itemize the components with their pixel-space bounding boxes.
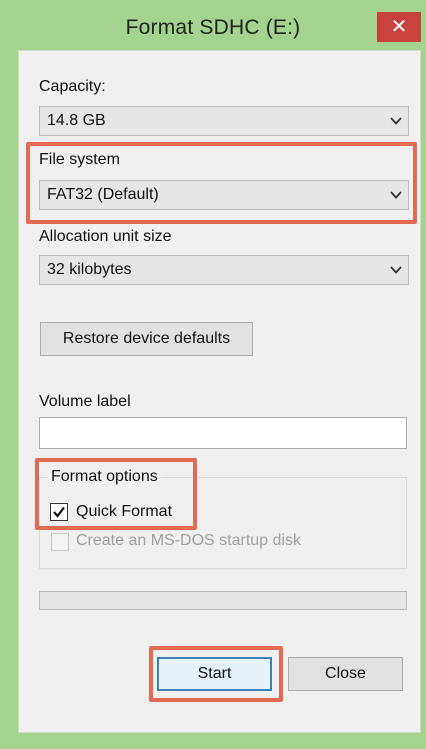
quick-format-label[interactable]: Quick Format: [76, 503, 172, 521]
chevron-down-icon: [390, 191, 402, 199]
volume-label-caption: Volume label: [39, 393, 131, 410]
volume-label-input[interactable]: [39, 417, 407, 449]
file-system-dropdown[interactable]: FAT32 (Default): [39, 180, 409, 210]
chevron-down-icon: [390, 117, 402, 125]
file-system-value: FAT32 (Default): [47, 186, 159, 203]
title-bar[interactable]: Format SDHC (E:) ✕: [0, 0, 426, 46]
checkmark-icon: [53, 506, 65, 518]
start-button[interactable]: Start: [157, 657, 272, 691]
allocation-unit-value: 32 kilobytes: [47, 261, 132, 278]
capacity-dropdown[interactable]: 14.8 GB: [39, 106, 409, 136]
quick-format-checkbox[interactable]: [50, 503, 68, 521]
close-button[interactable]: Close: [288, 657, 403, 691]
dialog-title: Format SDHC (E:): [125, 16, 301, 39]
close-icon: ✕: [390, 14, 408, 38]
msdos-startup-label: Create an MS-DOS startup disk: [76, 532, 301, 549]
allocation-unit-label: Allocation unit size: [39, 228, 172, 245]
allocation-unit-dropdown[interactable]: 32 kilobytes: [39, 255, 409, 285]
msdos-startup-checkbox: [51, 533, 69, 551]
window-close-button[interactable]: ✕: [377, 12, 421, 42]
format-progress-bar: [39, 591, 407, 610]
chevron-down-icon: [390, 266, 402, 274]
file-system-label: File system: [39, 151, 120, 168]
format-options-label: Format options: [48, 468, 161, 486]
format-options-group: [39, 477, 407, 569]
format-dialog-window: Format SDHC (E:) ✕ Capacity: 14.8 GB Fil…: [0, 0, 426, 749]
capacity-value: 14.8 GB: [47, 112, 106, 129]
restore-defaults-button[interactable]: Restore device defaults: [40, 322, 253, 356]
capacity-label: Capacity:: [39, 78, 106, 95]
